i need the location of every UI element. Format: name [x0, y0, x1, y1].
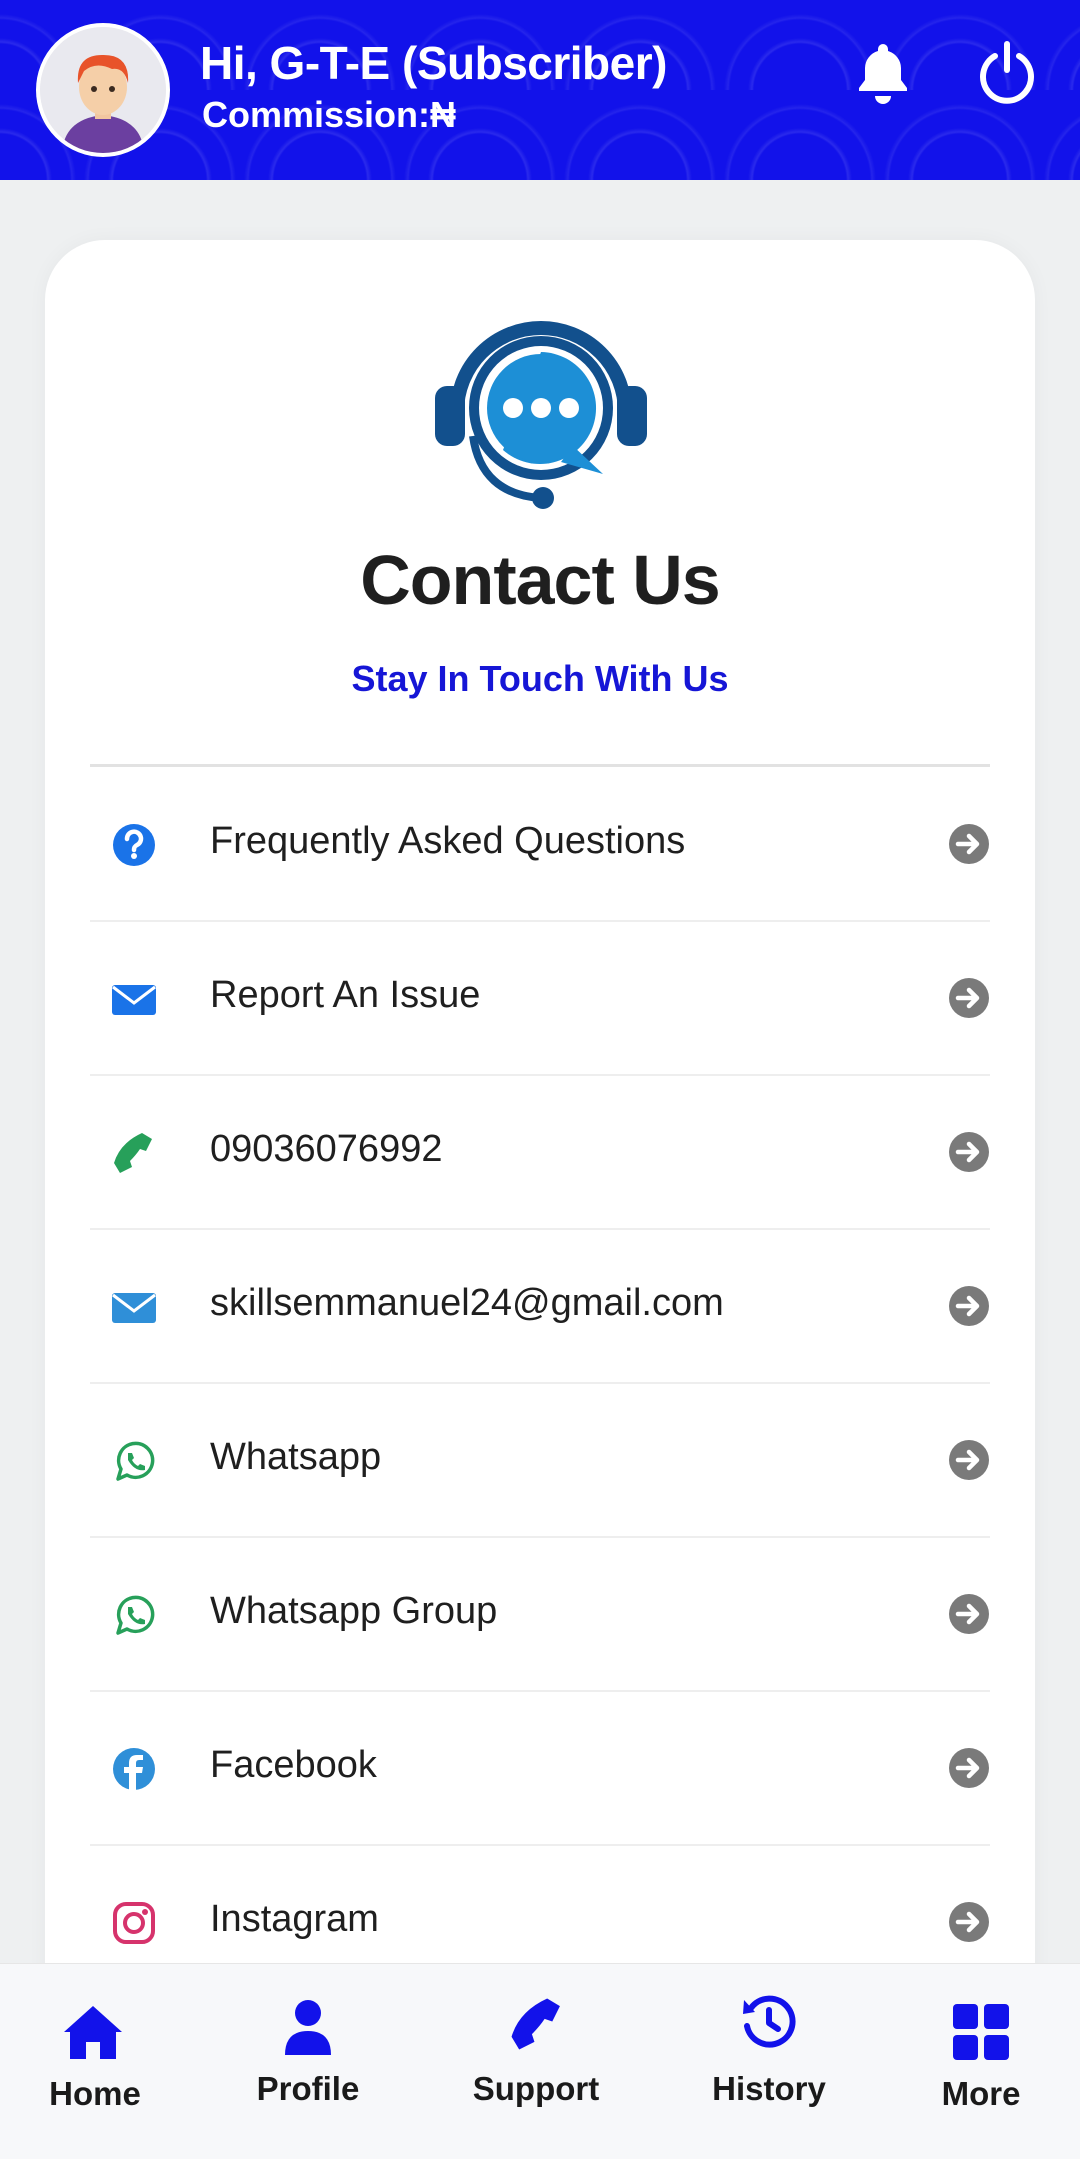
user-icon — [285, 2000, 331, 2055]
question-circle-icon — [113, 824, 155, 866]
item-label: Frequently Asked Questions — [210, 820, 686, 862]
page-subtitle: Stay In Touch With Us — [351, 658, 729, 699]
arrow-right-icon — [949, 1440, 989, 1480]
grid-icon — [953, 2004, 1009, 2060]
bottom-nav: Home Profile Support History More — [0, 1963, 1080, 2159]
commission-text: Commission:₦ — [202, 94, 457, 135]
bell-icon[interactable] — [851, 40, 915, 104]
arrow-right-icon — [949, 1902, 989, 1942]
item-label: Instagram — [210, 1898, 379, 1940]
item-label: Whatsapp — [210, 1436, 382, 1478]
nav-label: More — [941, 2075, 1021, 2112]
contact-card: Contact Us Stay In Touch With Us Frequen… — [45, 240, 1035, 2040]
power-icon[interactable] — [975, 40, 1039, 104]
nav-more[interactable]: More — [881, 1964, 1080, 2159]
phone-icon — [114, 1133, 152, 1173]
email-item[interactable]: skillsemmanuel24@gmail.com — [90, 1230, 990, 1384]
faq-item[interactable]: Frequently Asked Questions — [90, 768, 990, 922]
arrow-right-icon — [949, 978, 989, 1018]
envelope-icon — [112, 1293, 156, 1323]
item-label: skillsemmanuel24@gmail.com — [210, 1282, 724, 1324]
item-label: 09036076992 — [210, 1128, 443, 1170]
whatsapp-icon — [116, 1595, 155, 1635]
arrow-right-icon — [949, 1286, 989, 1326]
phone-item[interactable]: 09036076992 — [90, 1076, 990, 1230]
whatsapp-icon — [116, 1441, 155, 1481]
avatar[interactable] — [36, 23, 170, 157]
facebook-icon — [113, 1748, 155, 1791]
item-label: Whatsapp Group — [210, 1590, 498, 1632]
arrow-right-icon — [949, 1132, 989, 1172]
nav-label: Profile — [256, 2070, 360, 2107]
item-label: Facebook — [210, 1744, 377, 1786]
phone-icon — [511, 1998, 560, 2050]
arrow-right-icon — [949, 1748, 989, 1788]
item-label: Report An Issue — [210, 974, 481, 1016]
facebook-item[interactable]: Facebook — [90, 1692, 990, 1846]
whatsapp-group-item[interactable]: Whatsapp Group — [90, 1538, 990, 1692]
greeting-text: Hi, G-T-E (Subscriber) — [200, 37, 667, 89]
nav-support[interactable]: Support — [436, 1964, 636, 2159]
nav-home[interactable]: Home — [0, 1964, 195, 2159]
contact-list: Frequently Asked Questions Report An Iss… — [90, 768, 990, 2000]
customer-support-icon — [435, 321, 647, 509]
page-title: Contact Us — [360, 541, 720, 619]
nav-label: Support — [472, 2070, 600, 2107]
app-header: Hi, G-T-E (Subscriber) Commission:₦ — [0, 0, 1080, 180]
home-icon — [64, 2006, 122, 2059]
envelope-icon — [112, 985, 156, 1015]
divider — [90, 764, 990, 767]
instagram-icon — [113, 1902, 155, 1944]
report-issue-item[interactable]: Report An Issue — [90, 922, 990, 1076]
arrow-right-icon — [949, 1594, 989, 1634]
nav-label: History — [712, 2070, 826, 2107]
nav-label: Home — [49, 2075, 141, 2112]
nav-history[interactable]: History — [669, 1964, 869, 2159]
nav-profile[interactable]: Profile — [208, 1964, 408, 2159]
whatsapp-item[interactable]: Whatsapp — [90, 1384, 990, 1538]
history-icon — [743, 1995, 796, 2048]
arrow-right-icon — [949, 824, 989, 864]
